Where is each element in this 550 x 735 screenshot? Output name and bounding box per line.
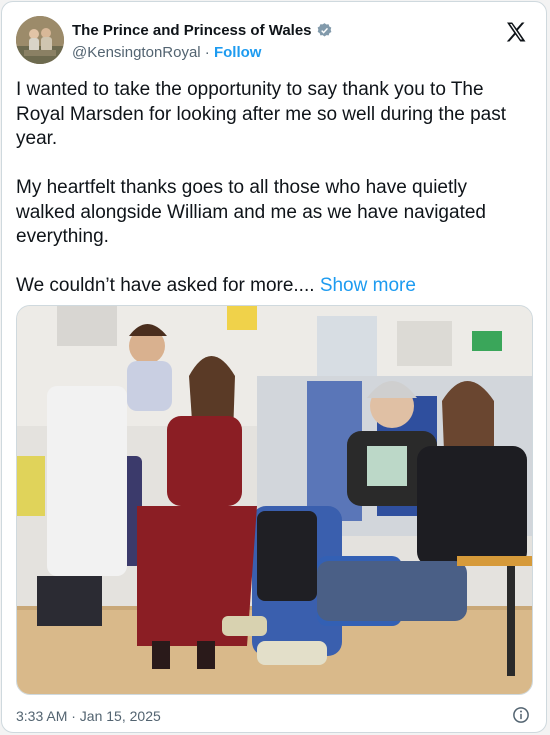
post-last-text: We couldn’t have asked for more.... (16, 275, 315, 296)
verified-badge-icon (316, 22, 333, 39)
handle-row: @KensingtonRoyal · Follow (72, 44, 261, 61)
post-card[interactable]: The Prince and Princess of Wales @Kensin… (1, 1, 547, 733)
timestamp[interactable]: 3:33 AM · Jan 15, 2025 (16, 708, 161, 724)
avatar[interactable] (16, 16, 64, 64)
follow-button[interactable]: Follow (214, 44, 262, 61)
x-logo-icon[interactable] (504, 20, 528, 44)
post-paragraph: My heartfelt thanks goes to all those wh… (16, 177, 486, 247)
separator: · (200, 44, 214, 61)
display-name[interactable]: The Prince and Princess of Wales (72, 22, 312, 39)
post-paragraph: I wanted to take the opportunity to say … (16, 79, 507, 149)
name-row: The Prince and Princess of Wales (72, 22, 333, 39)
post-text: I wanted to take the opportunity to say … (16, 78, 530, 299)
post-last-line: We couldn’t have asked for more.... Show… (16, 274, 530, 299)
show-more-link[interactable]: Show more (320, 275, 416, 296)
handle[interactable]: @KensingtonRoyal (72, 44, 201, 61)
post-photo[interactable] (16, 305, 533, 695)
info-icon[interactable] (512, 706, 530, 724)
post-header: The Prince and Princess of Wales @Kensin… (16, 16, 532, 66)
